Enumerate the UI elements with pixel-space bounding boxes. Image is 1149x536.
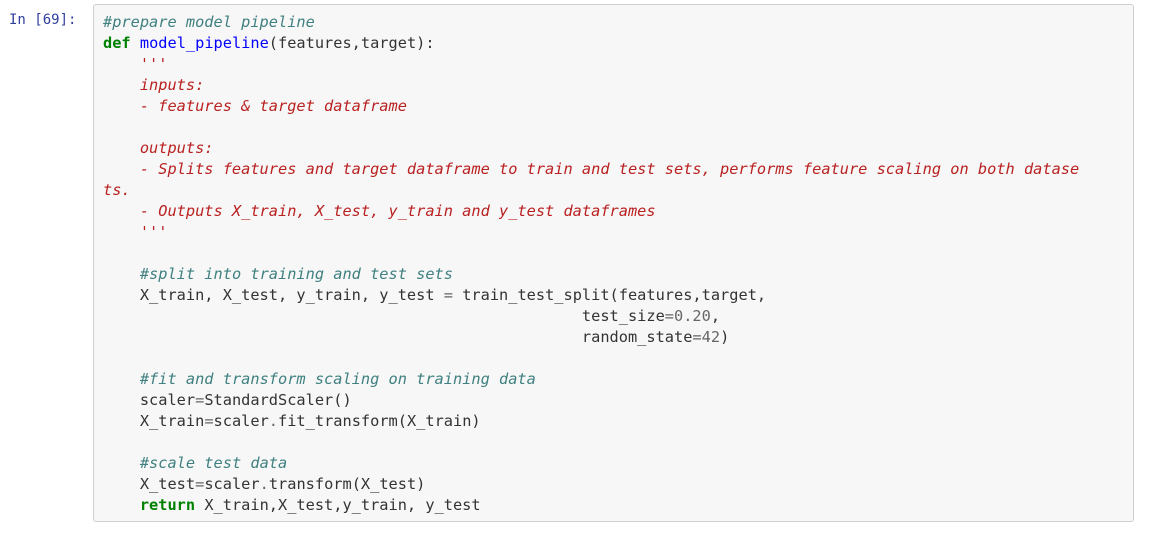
code-comment: #prepare model pipeline (103, 13, 315, 31)
code-line: def model_pipeline(features,target): (103, 33, 1079, 54)
code-keyword: def (103, 34, 131, 52)
code-docstring: - Splits features and target dataframe t… (103, 160, 1080, 178)
code-token: , (710, 307, 721, 325)
code-token: X_train,X_test,y_train, y_test (195, 496, 481, 514)
code-token: scaler (204, 475, 260, 493)
code-token: scaler (103, 391, 196, 409)
code-number: 0.20 (674, 307, 711, 325)
code-content[interactable]: #prepare model pipeline def model_pipelin… (103, 12, 1079, 516)
code-operator: = (195, 475, 205, 493)
code-line: - Splits features and target dataframe t… (103, 159, 1079, 180)
code-token: X_train (103, 412, 205, 430)
code-line: #prepare model pipeline (103, 12, 1079, 33)
code-docstring: ''' (103, 55, 168, 73)
code-docstring: inputs: (103, 76, 205, 94)
code-line: X_test=scaler.transform(X_test) (103, 474, 1079, 495)
code-line: - features & target dataframe (103, 96, 1079, 117)
code-line: ''' (103, 54, 1079, 75)
code-token: ) (720, 328, 730, 346)
code-line: test_size=0.20, (103, 306, 1079, 327)
code-token: scaler (213, 412, 269, 430)
code-operator: . (259, 475, 269, 493)
code-line: ''' (103, 222, 1079, 243)
code-line: - Outputs X_train, X_test, y_train and y… (103, 201, 1079, 222)
code-token: StandardScaler() (204, 391, 352, 409)
code-token: X_test (103, 475, 196, 493)
code-function-name: model_pipeline (139, 34, 269, 52)
code-keyword: return (139, 496, 196, 514)
code-token: (features,target): (268, 34, 435, 52)
code-line: inputs: (103, 75, 1079, 96)
code-number: 42 (701, 328, 721, 346)
code-operator: = (195, 391, 205, 409)
code-docstring: ts. (103, 181, 131, 199)
code-line: ts. (103, 180, 1079, 201)
code-token: random_state (103, 328, 693, 346)
input-prompt: In [69]: (9, 12, 77, 28)
code-line: #split into training and test sets (103, 264, 1079, 285)
code-operator: = (204, 412, 214, 430)
code-line: #scale test data (103, 453, 1079, 474)
code-docstring: - features & target dataframe (103, 97, 407, 115)
code-line: #fit and transform scaling on training d… (103, 369, 1079, 390)
code-operator: = (664, 307, 674, 325)
code-line: X_train=scaler.fit_transform(X_train) (103, 411, 1079, 432)
code-line: return X_train,X_test,y_train, y_test (103, 495, 1079, 516)
code-token: X_train, X_test, y_train, y_test (103, 286, 444, 304)
code-line: random_state=42) (103, 327, 1079, 348)
code-operator: = (443, 286, 453, 304)
code-docstring: ''' (103, 223, 168, 241)
code-editor[interactable]: #prepare model pipeline def model_pipelin… (93, 4, 1134, 522)
code-docstring: outputs: (103, 139, 214, 157)
code-token: test_size (103, 307, 665, 325)
code-token: train_test_split(features,target, (452, 286, 767, 304)
code-operator: . (268, 412, 279, 430)
code-token: transform(X_test) (268, 475, 426, 493)
code-line: scaler=StandardScaler() (103, 390, 1079, 411)
code-token: fit_transform(X_train) (278, 412, 481, 430)
code-comment: #scale test data (139, 454, 288, 472)
code-comment: #fit and transform scaling on training d… (139, 370, 536, 388)
code-operator: = (692, 328, 702, 346)
code-line: X_train, X_test, y_train, y_test = train… (103, 285, 1079, 306)
code-comment: #split into training and test sets (139, 265, 453, 283)
code-docstring: - Outputs X_train, X_test, y_train and y… (103, 202, 656, 220)
code-line: outputs: (103, 138, 1079, 159)
notebook-code-cell: In [69]: #prepare model pipeline def mode… (0, 0, 1149, 536)
